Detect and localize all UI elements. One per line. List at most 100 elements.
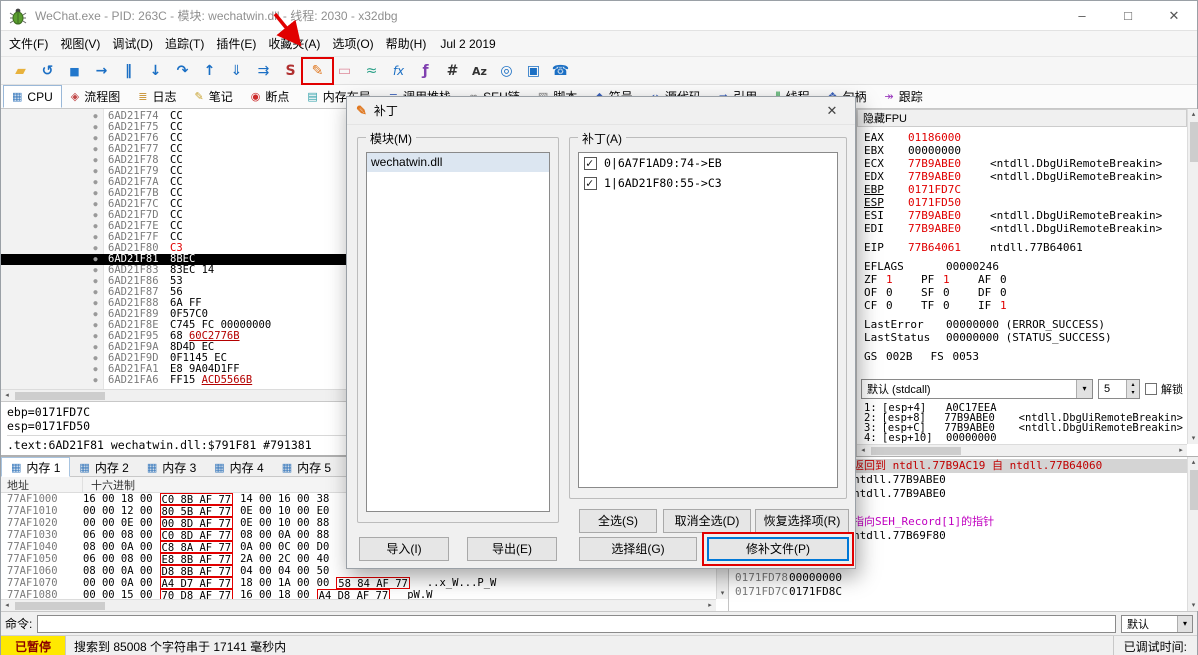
tab-notes[interactable]: 笔记 xyxy=(185,85,241,108)
find-button[interactable] xyxy=(493,58,520,84)
cpu-flag[interactable]: DF 0 xyxy=(978,286,1035,299)
window-button[interactable] xyxy=(520,58,547,84)
checkbox-icon[interactable] xyxy=(584,176,597,190)
menu-plugins[interactable]: 插件(E) xyxy=(210,31,262,56)
scroll-track[interactable] xyxy=(1188,120,1198,433)
run-to-user-button[interactable] xyxy=(223,58,250,84)
hide-fpu-button[interactable]: 隐藏FPU xyxy=(857,109,1187,127)
breakpoint-dot-icon[interactable] xyxy=(87,188,104,199)
spinner-arrows[interactable]: ▴ ▾ xyxy=(1126,380,1139,398)
breakpoint-dot-icon[interactable] xyxy=(87,243,104,254)
register-row[interactable]: EDX 77B9ABE0 <ntdll.DbgUiRemoteBreakin> xyxy=(864,170,1185,183)
cpu-flag[interactable]: TF 0 xyxy=(921,299,978,312)
stop-button[interactable] xyxy=(61,58,88,84)
breakpoint-dot-icon[interactable] xyxy=(87,232,104,243)
breakpoint-dot-icon[interactable] xyxy=(87,331,104,342)
register-row-laststatus[interactable]: LastStatus 00000000 (STATUS_SUCCESS) xyxy=(864,331,1185,344)
animate-button[interactable] xyxy=(250,58,277,84)
patch-file-button[interactable]: 修补文件(P) xyxy=(707,537,849,561)
dump-row[interactable]: 77AF1080 00 00 15 00 70 D8 AF 77 16 00 1… xyxy=(1,589,716,599)
scroll-down-icon[interactable]: ▾ xyxy=(1188,600,1198,611)
scroll-left-icon[interactable]: ◂ xyxy=(857,445,869,456)
breakpoint-dot-icon[interactable] xyxy=(87,144,104,155)
eraser-button[interactable] xyxy=(331,58,358,84)
patch-item[interactable]: 0|6A7F1AD9:74->EB xyxy=(579,153,837,173)
register-row-eip[interactable]: EIP 77B64061 ntdll.77B64061 xyxy=(864,241,1185,254)
restart-button[interactable] xyxy=(34,58,61,84)
menu-favourites[interactable]: 收藏夹(A) xyxy=(262,31,326,56)
breakpoint-dot-icon[interactable] xyxy=(87,265,104,276)
fx-button[interactable] xyxy=(385,58,412,84)
memory-dump-tab[interactable]: 内存 1 xyxy=(1,457,71,477)
checkbox-icon[interactable] xyxy=(1145,383,1157,395)
scroll-right-icon[interactable]: ▸ xyxy=(1175,445,1187,456)
scroll-thumb[interactable] xyxy=(15,392,105,400)
scylla-button[interactable] xyxy=(277,58,304,84)
registers-vertical-scrollbar[interactable]: ▴ ▾ xyxy=(1187,109,1198,444)
stack-row[interactable]: 0171FD78 00000000 xyxy=(729,571,1187,585)
breakpoint-dot-icon[interactable] xyxy=(87,342,104,353)
export-button[interactable]: 导出(E) xyxy=(467,537,557,561)
cpu-flag[interactable]: AF 0 xyxy=(978,273,1035,286)
tab-cpu[interactable]: CPU xyxy=(3,85,62,108)
chevron-down-icon[interactable]: ▾ xyxy=(1076,380,1092,398)
unlock-toggle[interactable]: 解锁 xyxy=(1145,381,1183,397)
scroll-thumb[interactable] xyxy=(1190,122,1198,162)
stack-row[interactable] xyxy=(729,599,1187,611)
memory-dump-tab[interactable]: 内存 3 xyxy=(138,457,205,477)
dump-row[interactable]: 77AF1070 00 00 0A 00 A4 D7 AF 77 18 00 1… xyxy=(1,577,716,590)
scroll-down-icon[interactable]: ▾ xyxy=(1188,433,1198,444)
patch-item[interactable]: 1|6AD21F80:55->C3 xyxy=(579,173,837,193)
cpu-flag[interactable]: PF 1 xyxy=(921,273,978,286)
breakpoint-dot-icon[interactable] xyxy=(87,111,104,122)
close-icon[interactable]: ✕ xyxy=(818,103,846,119)
register-row[interactable]: EAX 01186000 xyxy=(864,131,1185,144)
argument-count-spinner[interactable]: 5 ▴ ▾ xyxy=(1098,379,1140,399)
segment-register[interactable]: FS 0053 xyxy=(931,350,980,363)
register-row[interactable]: EDI 77B9ABE0 <ntdll.DbgUiRemoteBreakin> xyxy=(864,222,1185,235)
maximize-button[interactable]: □ xyxy=(1105,1,1151,30)
menu-file[interactable]: 文件(F) xyxy=(3,31,54,56)
hash-button[interactable] xyxy=(439,58,466,84)
register-row[interactable]: ESP 0171FD50 xyxy=(864,196,1185,209)
open-file-button[interactable] xyxy=(7,58,34,84)
stack-row[interactable]: 0171FD7C 0171FD8C xyxy=(729,585,1187,599)
pause-button[interactable] xyxy=(115,58,142,84)
breakpoint-dot-icon[interactable] xyxy=(87,375,104,386)
memory-dump-tab[interactable]: 内存 4 xyxy=(205,457,272,477)
breakpoint-dot-icon[interactable] xyxy=(87,133,104,144)
scroll-thumb[interactable] xyxy=(1190,470,1198,510)
register-row[interactable]: ESI 77B9ABE0 <ntdll.DbgUiRemoteBreakin> xyxy=(864,209,1185,222)
select-all-button[interactable]: 全选(S) xyxy=(579,509,657,533)
tab-breakpoints[interactable]: 断点 xyxy=(242,85,299,108)
argument-row[interactable]: 4: [esp+10] 00000000 xyxy=(864,433,1183,444)
scroll-thumb[interactable] xyxy=(15,602,105,610)
breakpoint-dot-icon[interactable] xyxy=(87,177,104,188)
scroll-left-icon[interactable]: ◂ xyxy=(1,390,13,401)
breakpoint-dot-icon[interactable] xyxy=(87,199,104,210)
tab-trace[interactable]: 跟踪 xyxy=(875,85,931,108)
az-button[interactable] xyxy=(466,58,493,84)
scroll-track[interactable] xyxy=(1188,468,1198,600)
stack-vertical-scrollbar[interactable]: ▴ ▾ xyxy=(1187,457,1198,611)
menu-debug[interactable]: 调试(D) xyxy=(106,31,159,56)
step-into-button[interactable] xyxy=(142,58,169,84)
pick-groups-button[interactable]: 选择组(G) xyxy=(579,537,697,561)
breakpoint-dot-icon[interactable] xyxy=(87,276,104,287)
menu-options[interactable]: 选项(O) xyxy=(326,31,379,56)
patch-dialog-titlebar[interactable]: 补丁 ✕ xyxy=(347,97,855,125)
registers-horizontal-scrollbar[interactable]: ◂ ▸ xyxy=(857,444,1187,456)
cpu-flag[interactable]: IF 1 xyxy=(978,299,1035,312)
dump-horizontal-scrollbar[interactable]: ◂ ▸ xyxy=(1,599,716,611)
register-row[interactable]: EBP 0171FD7C xyxy=(864,183,1185,196)
checkbox-icon[interactable] xyxy=(584,156,597,170)
breakpoint-dot-icon[interactable] xyxy=(87,309,104,320)
breakpoint-dot-icon[interactable] xyxy=(87,364,104,375)
menu-help[interactable]: 帮助(H) xyxy=(380,31,433,56)
tab-graph[interactable]: 流程图 xyxy=(62,85,129,108)
register-row[interactable]: EBX 00000000 xyxy=(864,144,1185,157)
scroll-right-icon[interactable]: ▸ xyxy=(704,600,716,611)
memory-dump-tab[interactable]: 内存 5 xyxy=(273,457,340,477)
menu-view[interactable]: 视图(V) xyxy=(54,31,106,56)
scroll-up-icon[interactable]: ▴ xyxy=(1188,109,1198,120)
